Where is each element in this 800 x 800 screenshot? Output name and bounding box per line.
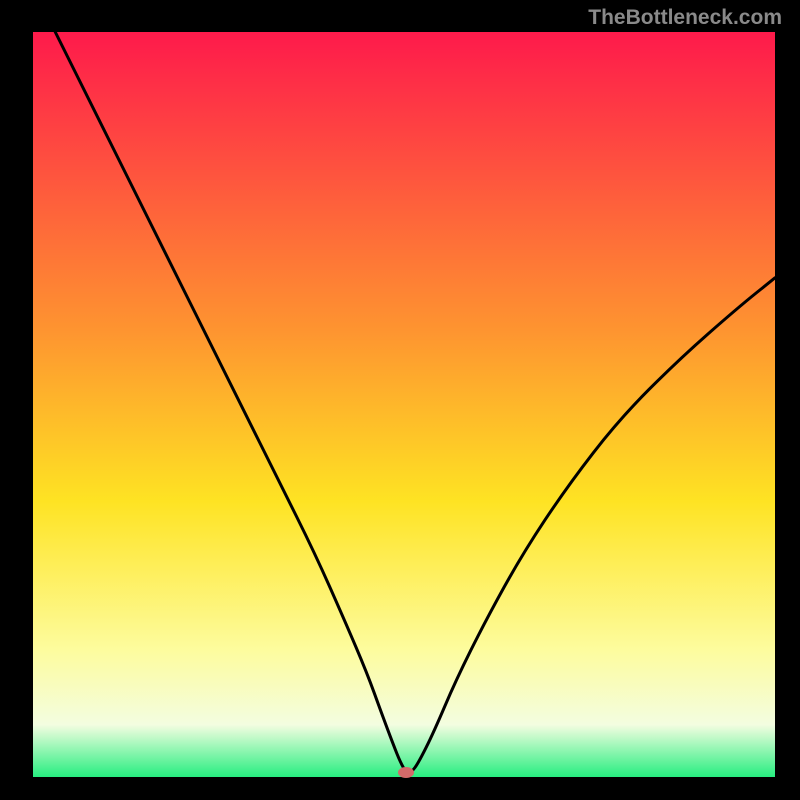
bottleneck-curve [33, 32, 775, 777]
watermark-text: TheBottleneck.com [588, 6, 782, 30]
plot-area [33, 32, 775, 777]
chart-frame: TheBottleneck.com [0, 0, 800, 800]
curve-path [55, 32, 775, 773]
